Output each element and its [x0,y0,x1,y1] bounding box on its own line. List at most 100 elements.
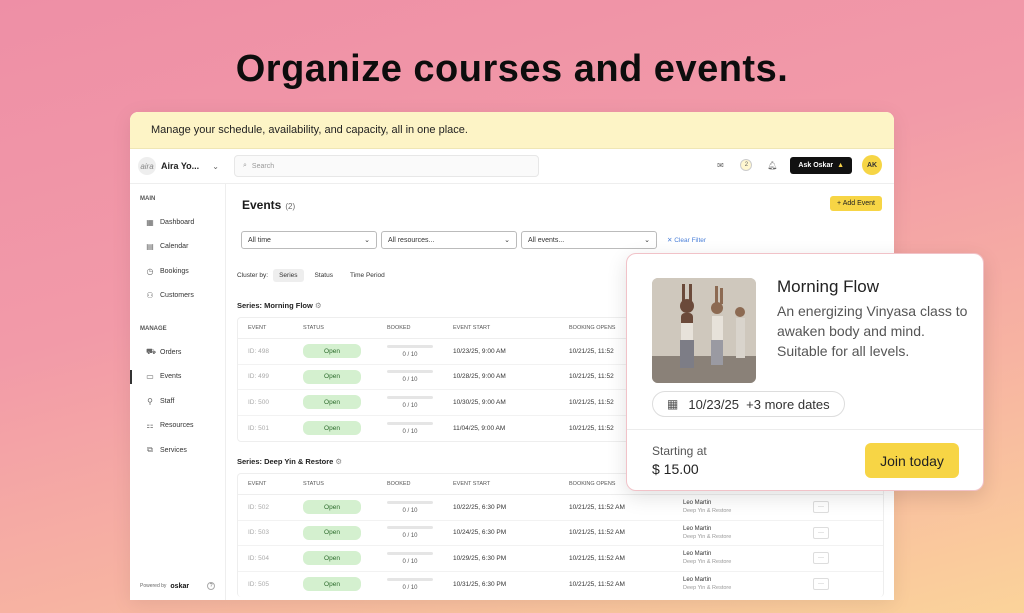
row-menu-button[interactable]: ··· [813,526,829,539]
booked-progress: 0 / 10 [387,577,433,591]
gear-icon[interactable]: ⚙ [335,457,342,466]
table-row[interactable]: ID: 505 Open 0 / 10 10/31/25, 6:30 PM 10… [238,572,883,598]
services-icon: ⧉ [147,445,153,455]
sidebar: MAIN ▦ Dashboard ▤ Calendar ◷ Bookings ⚇ Cus… [130,184,226,600]
card-title: Morning Flow [777,277,880,296]
event-start: 10/22/25, 6:30 PM [453,503,507,511]
booked-progress: 0 / 10 [387,344,433,358]
filter-resources[interactable]: All resources... ⌄ [381,231,517,249]
sidebar-item-label: Services [160,446,187,454]
status-badge: Open [303,421,361,436]
booking-opens: 10/21/25, 11:52 AM [569,529,625,537]
event-start: 10/24/25, 6:30 PM [453,529,507,537]
filter-events[interactable]: All events... ⌄ [521,231,657,249]
sidebar-item-orders[interactable]: ⛟ Orders [130,340,225,365]
filter-value: All time [248,236,271,244]
sidebar-item-customers[interactable]: ⚇ Customers [130,284,225,309]
status-badge: Open [303,577,361,592]
filter-value: All events... [528,236,565,244]
sidebar-item-label: Staff [160,397,175,405]
staff-icon: ⚲ [147,396,153,406]
sidebar-item-services[interactable]: ⧉ Services [130,438,225,463]
calendar-icon: ▦ [667,397,679,411]
sidebar-item-label: Events [160,373,182,381]
sidebar-item-bookings[interactable]: ◷ Bookings [130,259,225,284]
join-today-button[interactable]: Join today [865,443,959,478]
gear-icon[interactable]: ⚙ [315,301,322,310]
cluster-option-status[interactable]: Status [309,269,339,282]
column-header: STATUS [303,481,324,487]
table-row[interactable]: ID: 504 Open 0 / 10 10/29/25, 6:30 PM 10… [238,546,883,572]
status-badge: Open [303,551,361,566]
event-id: ID: 501 [248,424,269,432]
sidebar-item-label: Resources [160,422,194,430]
staff-cell: Leo Martin Deep Yin & Restore [683,577,732,592]
chevron-down-icon: ⌄ [504,237,510,244]
help-icon[interactable]: ? [207,582,216,590]
series-table-deep-yin: EVENT STATUS BOOKED EVENT START BOOKING … [237,473,884,597]
workspace-switcher[interactable]: aira Aira Yo... ⌄ [138,157,219,175]
avatar[interactable]: AK [862,155,882,175]
cluster-by: Cluster by: Series Status Time Period [237,269,391,282]
sidebar-item-label: Customers [160,292,194,300]
filter-time[interactable]: All time ⌄ [241,231,377,249]
status-badge: Open [303,525,361,540]
add-event-button[interactable]: + Add Event [830,196,882,211]
row-menu-button[interactable]: ··· [813,552,829,565]
bell-icon[interactable]: 🔔︎ [764,157,780,173]
sidebar-item-calendar[interactable]: ▤ Calendar [130,235,225,260]
sidebar-item-label: Orders [160,348,182,356]
powered-by-brand: oskar [170,582,190,590]
events-count: (2) [285,202,296,211]
event-id: ID: 503 [248,529,269,537]
row-menu-button[interactable]: ··· [813,578,829,591]
cluster-option-series[interactable]: Series [273,269,304,282]
event-id: ID: 505 [248,580,269,588]
table-row[interactable]: ID: 502 Open 0 / 10 10/22/25, 6:30 PM 10… [238,495,883,521]
search-placeholder: Search [251,162,275,170]
sidebar-item-dashboard[interactable]: ▦ Dashboard [130,210,225,235]
topbar: aira Aira Yo... ⌄ ⌕ Search ✉ 2 🔔︎ Ask Os… [130,149,894,184]
booked-progress: 0 / 10 [387,421,433,435]
powered-by: Powered by oskar ? [140,582,216,590]
booked-progress: 0 / 10 [387,395,433,409]
event-card[interactable]: Morning Flow An energizing Vinyasa class… [626,253,984,491]
starting-at-label: Starting at [652,444,707,458]
sidebar-item-resources[interactable]: ⚏ Resources [130,414,225,439]
event-id: ID: 499 [248,373,269,381]
sidebar-item-events[interactable]: ▭ Events [130,365,225,390]
event-start: 10/31/25, 6:30 PM [453,580,507,588]
search-icon: ⌕ [243,162,247,169]
event-start: 10/23/25, 9:00 AM [453,347,506,355]
booking-opens: 10/21/25, 11:52 AM [569,554,625,562]
event-start: 10/28/25, 9:00 AM [453,373,506,381]
sidebar-item-label: Calendar [160,243,189,251]
notification-count[interactable]: 2 [738,157,754,173]
search-input[interactable]: ⌕ Search [234,155,539,177]
table-row[interactable]: ID: 503 Open 0 / 10 10/24/25, 6:30 PM 10… [238,521,883,546]
page-title: Events (2) [242,198,295,212]
card-dates-chip[interactable]: ▦ 10/23/25 +3 more dates [652,391,845,417]
staff-cell: Leo Martin Deep Yin & Restore [683,500,732,515]
status-badge: Open [303,500,361,515]
event-start: 10/29/25, 6:30 PM [453,554,507,562]
column-header: BOOKED [387,481,411,487]
staff-cell: Leo Martin Deep Yin & Restore [683,525,732,540]
cluster-option-time-period[interactable]: Time Period [344,269,391,282]
clear-filter-link[interactable]: ✕ Clear Filter [667,236,706,244]
column-header: EVENT START [453,325,491,331]
mail-icon[interactable]: ✉ [712,157,728,173]
series-title: Series: Morning Flow ⚙ [237,301,322,310]
filter-value: All resources... [388,236,435,244]
divider [627,429,983,430]
sidebar-item-staff[interactable]: ⚲ Staff [130,389,225,414]
headline: Organize courses and events. [235,48,789,90]
booked-progress: 0 / 10 [387,370,433,383]
dashboard-icon: ▦ [146,217,154,227]
column-header: STATUS [303,325,324,331]
booking-opens: 10/21/25, 11:52 AM [569,580,625,588]
ask-oskar-button[interactable]: Ask Oskar ▲ [790,156,852,174]
customers-icon: ⚇ [146,291,154,301]
column-header: EVENT [248,325,267,331]
row-menu-button[interactable]: ··· [813,501,829,514]
